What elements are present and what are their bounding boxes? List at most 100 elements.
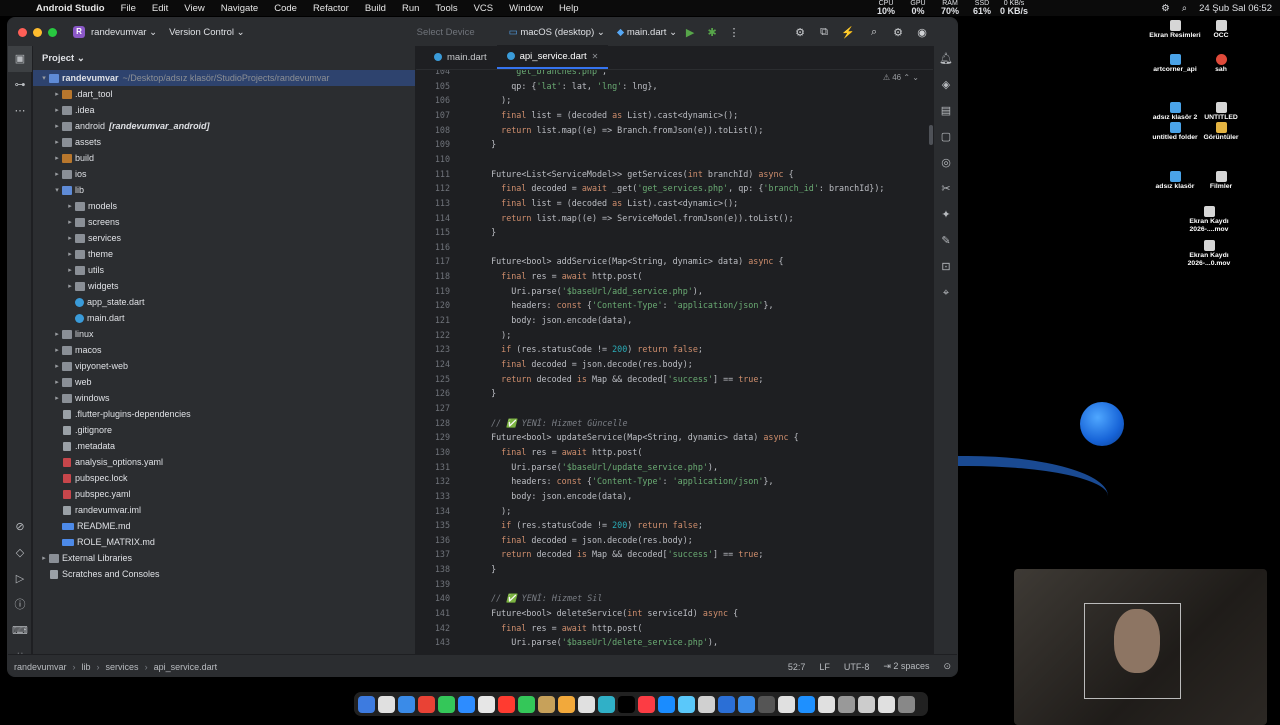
device-selector[interactable]: Select Device — [411, 27, 481, 38]
app-menu[interactable]: Android Studio — [30, 3, 113, 14]
desktop-icon[interactable]: Görüntüler — [1194, 122, 1248, 142]
project-panel-header[interactable]: Project ⌄ — [33, 46, 415, 70]
project-switcher[interactable]: randevumvar ⌄ — [85, 27, 163, 38]
dock-app-icon[interactable] — [678, 695, 695, 713]
dock-app-icon[interactable] — [758, 695, 775, 713]
tree-item[interactable]: ▸. idea — [33, 102, 415, 118]
editor-tab[interactable]: api_service.dart ✕ — [496, 45, 609, 69]
run-config-selector[interactable]: ◆ main.dart ⌄ — [611, 27, 683, 38]
desktop-icon[interactable]: OCC — [1194, 20, 1248, 40]
tree-item[interactable]: README.md — [33, 518, 415, 534]
target-selector[interactable]: ▭ macOS (desktop) ⌄ — [503, 27, 611, 38]
dock-app-icon[interactable] — [698, 695, 715, 713]
tree-item[interactable]: ▸ services — [33, 230, 415, 246]
hot-reload-icon[interactable]: ⚡ — [841, 26, 855, 39]
dock-app-icon[interactable] — [618, 695, 635, 713]
menu-item-view[interactable]: View — [176, 3, 212, 14]
project-tool-icon[interactable]: ▣ — [8, 46, 32, 72]
tree-item[interactable]: ▸ screens — [33, 214, 415, 230]
pencil-icon[interactable]: ✎ — [934, 228, 957, 254]
minimize-window-button[interactable] — [33, 27, 42, 37]
more-tools-icon[interactable]: ⋯ — [8, 98, 32, 124]
breadcrumb-item[interactable]: lib — [82, 662, 91, 672]
problems-icon[interactable]: ⓘ — [8, 592, 32, 618]
tree-item[interactable]: ▸ vipyonet-web — [33, 358, 415, 374]
tree-item[interactable]: ▸ theme — [33, 246, 415, 262]
tree-item[interactable]: ▸ widgets — [33, 278, 415, 294]
indent-setting[interactable]: ⇥ 2 spaces — [883, 661, 929, 672]
dock-app-icon[interactable] — [358, 695, 375, 713]
tree-item[interactable]: ▸ macos — [33, 342, 415, 358]
desktop-icon[interactable]: Ekran Kaydı 2026-....mov — [1182, 206, 1236, 234]
breadcrumb-item[interactable]: api_service.dart — [154, 662, 218, 672]
tree-item[interactable]: pubspec.lock — [33, 470, 415, 486]
tree-item[interactable]: ▸ build — [33, 150, 415, 166]
dock-app-icon[interactable] — [718, 695, 735, 713]
menu-item-code[interactable]: Code — [266, 3, 305, 14]
tree-item[interactable]: ▸. dart_tool — [33, 86, 415, 102]
tree-item[interactable]: ▸ windows — [33, 390, 415, 406]
dock-app-icon[interactable] — [438, 695, 455, 713]
close-window-button[interactable] — [18, 27, 27, 37]
structure-tool-icon[interactable]: ⊶ — [8, 72, 32, 98]
dock-app-icon[interactable] — [418, 695, 435, 713]
dock-app-icon[interactable] — [378, 695, 395, 713]
tree-item[interactable]: ▸ linux — [33, 326, 415, 342]
menu-item-navigate[interactable]: Navigate — [213, 3, 267, 14]
notifications-icon[interactable]: 🔔︎ — [934, 46, 957, 72]
flutter-inspector-icon[interactable]: ⊘ — [8, 514, 32, 540]
menu-item-refactor[interactable]: Refactor — [305, 3, 357, 14]
debug-icon[interactable]: ✱ — [705, 26, 719, 39]
sdk-icon[interactable]: ⧉ — [817, 26, 831, 39]
gemini-icon[interactable]: ✦ — [934, 202, 957, 228]
run-tool-icon[interactable]: ▷ — [8, 566, 32, 592]
tree-item[interactable]: ▸ ios — [33, 166, 415, 182]
tree-item[interactable]: randevumvar.iml — [33, 502, 415, 518]
code-area[interactable]: ⚠ 46 ⌃ ⌄ 104 'get_branches.php', 105 qp: … — [416, 70, 935, 654]
flutter-outline-icon[interactable]: ✂ — [934, 176, 957, 202]
tree-item[interactable]: .gitignore — [33, 422, 415, 438]
tree-item[interactable]: app_state.dart — [33, 294, 415, 310]
tree-root[interactable]: ▾ randevumvar ~/Desktop/adsız klasör/Stu… — [33, 70, 415, 86]
menu-item-build[interactable]: Build — [357, 3, 394, 14]
close-tab-icon[interactable]: ✕ — [592, 52, 599, 61]
tree-item[interactable]: ▸ models — [33, 198, 415, 214]
settings-icon[interactable]: ⚙ — [891, 26, 905, 39]
dock-app-icon[interactable] — [838, 695, 855, 713]
menu-item-edit[interactable]: Edit — [144, 3, 176, 14]
account-icon[interactable]: ◉ — [915, 26, 929, 39]
tree-item[interactable]: analysis_options.yaml — [33, 454, 415, 470]
tree-item[interactable]: ▸ utils — [33, 262, 415, 278]
tree-item[interactable]: ▸ assets — [33, 134, 415, 150]
breadcrumb-item[interactable]: services — [106, 662, 139, 672]
device-mirroring-icon[interactable]: ⊡ — [934, 254, 957, 280]
dock-app-icon[interactable] — [858, 695, 875, 713]
tree-item[interactable]: .metadata — [33, 438, 415, 454]
tree-item[interactable]: ROLE_MATRIX.md — [33, 534, 415, 550]
dock-app-icon[interactable] — [878, 695, 895, 713]
device-file-icon[interactable]: ▤ — [934, 98, 957, 124]
file-encoding[interactable]: UTF-8 — [844, 662, 870, 672]
control-center-icon[interactable]: ⚙ — [1161, 3, 1170, 14]
more-icon[interactable]: ⋮ — [727, 26, 741, 39]
breadcrumb-item[interactable]: randevumvar — [14, 662, 67, 672]
dock-app-icon[interactable] — [578, 695, 595, 713]
tree-item[interactable]: main.dart — [33, 310, 415, 326]
dock-app-icon[interactable] — [638, 695, 655, 713]
layout-inspector-icon[interactable]: ⌖ — [934, 280, 957, 306]
run-icon[interactable]: ▶ — [683, 26, 697, 39]
dock-app-icon[interactable] — [798, 695, 815, 713]
tree-item[interactable]: .flutter-plugins-dependencies — [33, 406, 415, 422]
menu-item-window[interactable]: Window — [501, 3, 551, 14]
clock[interactable]: 24 Şub Sal 06:52 — [1199, 3, 1272, 14]
editor-tab[interactable]: main.dart — [424, 45, 497, 69]
menu-item-run[interactable]: Run — [394, 3, 427, 14]
dock-app-icon[interactable] — [778, 695, 795, 713]
dock-app-icon[interactable] — [458, 695, 475, 713]
tree-item[interactable]: ▸ web — [33, 374, 415, 390]
dock-app-icon[interactable] — [658, 695, 675, 713]
desktop-icon[interactable]: Filmler — [1194, 171, 1248, 191]
dock-app-icon[interactable] — [518, 695, 535, 713]
dock-app-icon[interactable] — [738, 695, 755, 713]
dock-app-icon[interactable] — [898, 695, 915, 713]
